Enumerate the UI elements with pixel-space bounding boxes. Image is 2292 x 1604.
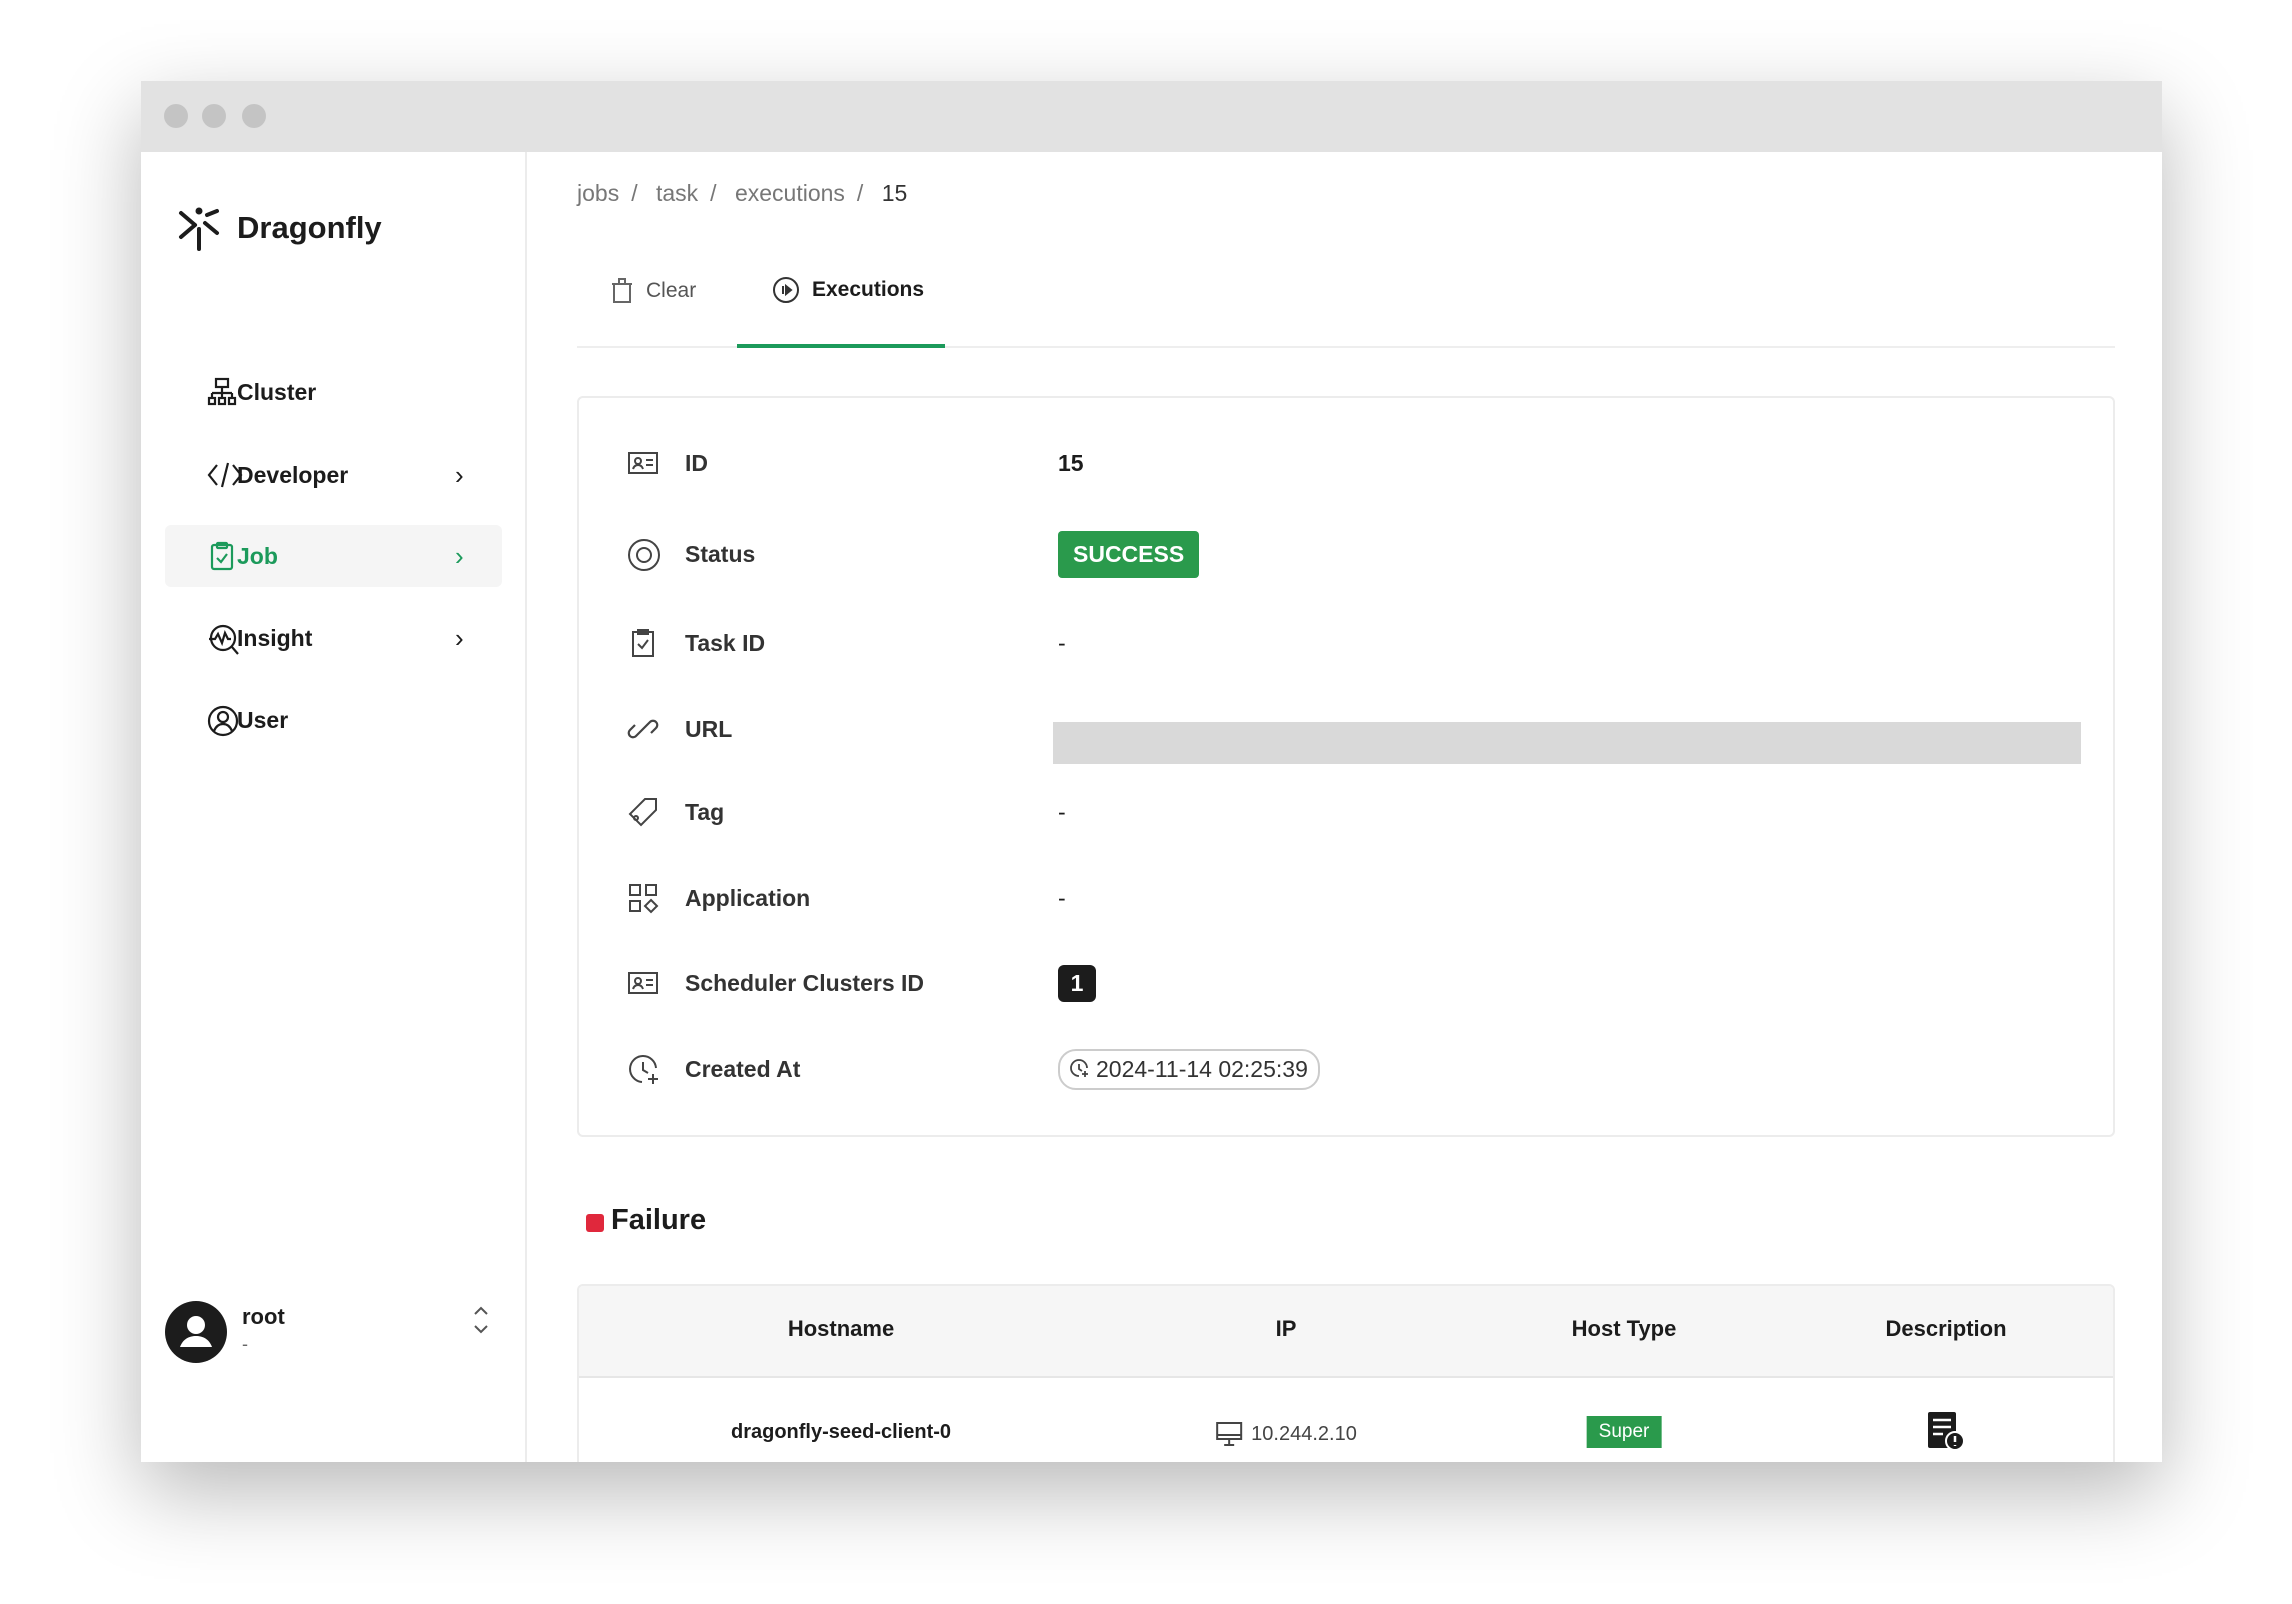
- ip-value: 10.244.2.10: [1251, 1422, 1357, 1445]
- detail-label: Task ID: [685, 629, 766, 656]
- column-header-host-type: Host Type: [1571, 1316, 1677, 1341]
- tab-label: Executions: [812, 278, 925, 301]
- hostname-cell: dragonfly-seed-client-0: [730, 1421, 952, 1443]
- column-header-ip: IP: [1275, 1316, 1297, 1341]
- insight-icon: [207, 623, 239, 655]
- monitor-icon: [1216, 1422, 1243, 1446]
- link-icon: [627, 713, 659, 745]
- detail-label: Tag: [685, 798, 725, 825]
- detail-label: Scheduler Clusters ID: [685, 969, 925, 996]
- breadcrumb: jobs / task / executions/ 15: [577, 180, 908, 206]
- user-subtitle: -: [242, 1334, 248, 1354]
- sidebar-item-label: Cluster: [237, 378, 317, 405]
- ip-cell: 10.244.2.10: [1215, 1421, 1357, 1447]
- detail-label: Status: [685, 540, 756, 567]
- detail-row-tag: Tag -: [579, 787, 2113, 837]
- close-window-button[interactable]: [164, 104, 188, 128]
- maximize-window-button[interactable]: [242, 104, 266, 128]
- created-at-value: 2024-11-14 02:25:39: [1096, 1055, 1308, 1082]
- user-icon: [207, 705, 239, 737]
- detail-label: Created At: [685, 1055, 801, 1082]
- tag-icon: [627, 796, 659, 828]
- breadcrumb-executions[interactable]: executions: [735, 180, 845, 206]
- clipboard-check-icon: [207, 541, 237, 571]
- host-type-badge: Super: [1586, 1416, 1662, 1448]
- chevron-right-icon: ›: [455, 540, 464, 571]
- main-content: jobs / task / executions/ 15 Clear Executi…: [528, 152, 2162, 1462]
- detail-row-application: Application -: [579, 873, 2113, 923]
- sidebar-item-label: Developer: [237, 461, 349, 488]
- execution-details-card: ID 15 Status SUCCESS Task ID - URL Tag -…: [577, 396, 2115, 1137]
- play-circle-icon: [772, 276, 800, 304]
- minimize-window-button[interactable]: [202, 104, 226, 128]
- column-header-hostname: Hostname: [787, 1316, 895, 1341]
- breadcrumb-task[interactable]: task: [656, 180, 698, 206]
- sidebar-item-user[interactable]: User: [165, 689, 502, 751]
- clipboard-check-icon: [627, 627, 659, 659]
- id-card-icon: [627, 967, 659, 999]
- detail-row-task-id: Task ID -: [579, 618, 2113, 668]
- detail-row-id: ID 15: [579, 438, 2113, 488]
- id-card-icon: [627, 447, 659, 479]
- title-bar: [141, 81, 2162, 152]
- avatar[interactable]: [165, 1301, 227, 1363]
- breadcrumb-current: 15: [881, 180, 908, 206]
- tab-executions[interactable]: Executions: [772, 276, 924, 304]
- sidebar-item-developer[interactable]: Developer ›: [165, 444, 502, 506]
- detail-row-created-at: Created At 2024-11-14 02:25:39: [579, 1044, 2113, 1094]
- task-id-value: -: [1058, 629, 1066, 656]
- detail-label: URL: [685, 715, 733, 742]
- sidebar-item-label: Insight: [237, 624, 313, 651]
- failure-heading: Failure: [611, 1204, 707, 1236]
- code-icon: [207, 460, 243, 490]
- detail-row-status: Status SUCCESS: [579, 529, 2113, 579]
- status-icon: [627, 538, 660, 571]
- created-at-chip: 2024-11-14 02:25:39: [1058, 1048, 1320, 1090]
- detail-row-scheduler-clusters-id: Scheduler Clusters ID 1: [579, 958, 2113, 1008]
- sidebar-item-label: User: [237, 706, 289, 733]
- application-value: -: [1058, 884, 1066, 911]
- sidebar-item-job[interactable]: Job ›: [165, 525, 502, 587]
- sidebar-item-label: Job: [237, 542, 278, 569]
- dragonfly-logo-icon: [177, 207, 221, 251]
- trash-icon: [610, 276, 634, 306]
- apps-icon: [627, 882, 659, 914]
- expand-user-menu-icon[interactable]: [471, 1304, 491, 1336]
- detail-label: ID: [685, 449, 708, 476]
- clock-plus-icon: [627, 1053, 659, 1085]
- id-value: 15: [1058, 449, 1084, 476]
- tab-clear[interactable]: Clear: [610, 276, 696, 306]
- description-error-icon[interactable]: [1926, 1410, 1966, 1452]
- chevron-right-icon: ›: [455, 622, 464, 653]
- status-badge: SUCCESS: [1058, 530, 1200, 578]
- sidebar-item-insight[interactable]: Insight ›: [165, 607, 502, 669]
- active-tab-indicator: [737, 344, 945, 348]
- sidebar: Dragonfly Cluster Developer › Job › Insi…: [141, 152, 527, 1462]
- app-name: Dragonfly: [237, 210, 382, 245]
- cluster-icon: [207, 377, 237, 407]
- app-window: Dragonfly Cluster Developer › Job › Insi…: [141, 81, 2162, 1462]
- tab-label: Clear: [646, 279, 697, 302]
- detail-label: Application: [685, 884, 811, 911]
- failure-table: Hostname IP Host Type Description dragon…: [577, 1284, 2115, 1462]
- chevron-right-icon: ›: [455, 459, 464, 490]
- url-value: [1053, 722, 2081, 764]
- scheduler-cluster-badge[interactable]: 1: [1058, 964, 1096, 1002]
- tag-value: -: [1058, 798, 1066, 825]
- clock-icon: [1070, 1059, 1088, 1077]
- breadcrumb-jobs[interactable]: jobs: [577, 180, 619, 206]
- detail-row-url: URL: [579, 704, 2113, 764]
- column-header-description: Description: [1885, 1316, 2007, 1341]
- failure-indicator-icon: [586, 1214, 604, 1232]
- user-name: root: [242, 1304, 285, 1329]
- sidebar-item-cluster[interactable]: Cluster: [165, 361, 502, 423]
